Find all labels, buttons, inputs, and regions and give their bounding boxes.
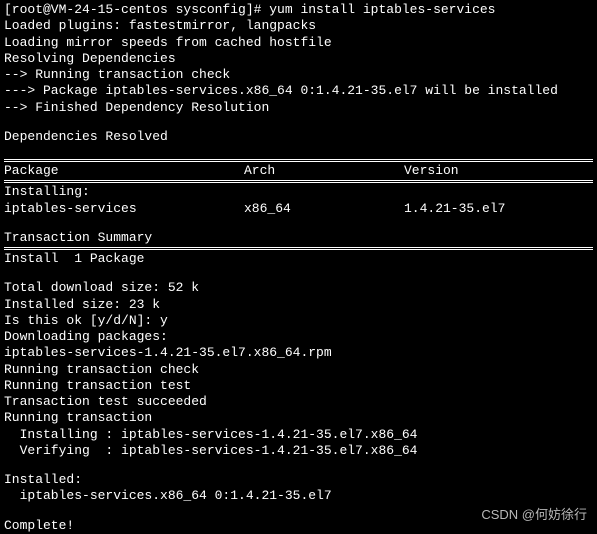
output-line: Running transaction	[4, 410, 593, 426]
table-rule	[4, 161, 593, 162]
output-line: Downloading packages:	[4, 329, 593, 345]
table-rule	[4, 247, 593, 248]
output-line: Installing : iptables-services-1.4.21-35…	[4, 427, 593, 443]
watermark: CSDN @何妨徐行	[481, 507, 587, 523]
output-line: Running transaction test	[4, 378, 593, 394]
install-count: Install 1 Package	[4, 251, 593, 267]
table-rule	[4, 182, 593, 183]
output-line: Loaded plugins: fastestmirror, langpacks	[4, 18, 593, 34]
cell-arch: x86_64	[244, 201, 404, 217]
installed-label: Installed:	[4, 472, 593, 488]
installed-pkg: iptables-services.x86_64 0:1.4.21-35.el7	[4, 488, 593, 504]
cell-version: 1.4.21-35.el7	[404, 201, 593, 217]
table-rule	[4, 180, 593, 181]
col-version: Version	[404, 163, 593, 179]
shell-prompt: [root@VM-24-15-centos sysconfig]# yum in…	[4, 2, 593, 18]
table-rule	[4, 249, 593, 250]
table-rule	[4, 159, 593, 160]
output-line: Transaction test succeeded	[4, 394, 593, 410]
confirm-prompt[interactable]: Is this ok [y/d/N]: y	[4, 313, 593, 329]
table-row: iptables-services x86_64 1.4.21-35.el7	[4, 201, 593, 217]
output-line: iptables-services-1.4.21-35.el7.x86_64.r…	[4, 345, 593, 361]
col-arch: Arch	[244, 163, 404, 179]
output-line: ---> Package iptables-services.x86_64 0:…	[4, 83, 593, 99]
deps-resolved: Dependencies Resolved	[4, 129, 593, 145]
output-line: Running transaction check	[4, 362, 593, 378]
output-line: Verifying : iptables-services-1.4.21-35.…	[4, 443, 593, 459]
output-line: --> Finished Dependency Resolution	[4, 100, 593, 116]
output-line: Total download size: 52 k	[4, 280, 593, 296]
output-line: Installed size: 23 k	[4, 297, 593, 313]
output-line: Resolving Dependencies	[4, 51, 593, 67]
installing-label: Installing:	[4, 184, 593, 200]
txn-summary: Transaction Summary	[4, 230, 593, 246]
output-line: --> Running transaction check	[4, 67, 593, 83]
cell-package: iptables-services	[4, 201, 244, 217]
col-package: Package	[4, 163, 244, 179]
table-header-row: Package Arch Version	[4, 163, 593, 179]
output-line: Loading mirror speeds from cached hostfi…	[4, 35, 593, 51]
